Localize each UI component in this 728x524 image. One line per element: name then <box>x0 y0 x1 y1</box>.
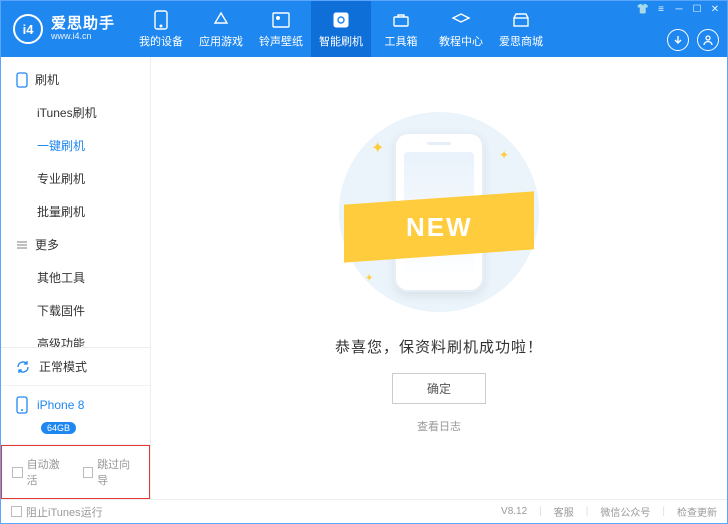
version-label: V8.12 <box>501 506 527 517</box>
support-link[interactable]: 客服 <box>554 504 574 519</box>
sidebar-item-batch-flash[interactable]: 批量刷机 <box>1 195 150 228</box>
tab-tutorials[interactable]: 教程中心 <box>431 1 491 57</box>
logo-title: 爱思助手 <box>51 16 115 33</box>
storage-badge: 64GB <box>41 422 76 434</box>
main-content: ✦ ✦ ✦ NEW 恭喜您，保资料刷机成功啦！ 确定 查看日志 <box>151 57 727 499</box>
image-icon <box>271 10 291 30</box>
tab-apps[interactable]: 应用游戏 <box>191 1 251 57</box>
shop-icon <box>511 10 531 30</box>
view-log-link[interactable]: 查看日志 <box>417 418 461 434</box>
sidebar-group-flash: 刷机 <box>1 63 150 96</box>
refresh-icon <box>331 10 351 30</box>
toolbox-icon <box>391 10 411 30</box>
top-tabs: 我的设备 应用游戏 铃声壁纸 智能刷机 工具箱 教程中心 <box>131 1 551 57</box>
sidebar-item-download-firmware[interactable]: 下载固件 <box>1 294 150 327</box>
tab-toolbox[interactable]: 工具箱 <box>371 1 431 57</box>
sidebar-item-advanced[interactable]: 高级功能 <box>1 327 150 347</box>
phone-icon <box>15 396 29 414</box>
phone-icon <box>151 10 171 30</box>
star-icon: ✦ <box>499 148 509 162</box>
tab-smart-flash[interactable]: 智能刷机 <box>311 1 371 57</box>
logo-subtitle: www.i4.cn <box>51 32 115 42</box>
sidebar-item-pro-flash[interactable]: 专业刷机 <box>1 162 150 195</box>
app-header: i4 爱思助手 www.i4.cn 我的设备 应用游戏 铃声壁纸 智能刷机 <box>1 1 727 57</box>
graduation-cap-icon <box>451 10 471 30</box>
success-illustration: ✦ ✦ ✦ NEW <box>339 112 539 312</box>
close-icon[interactable]: ✕ <box>709 3 721 15</box>
window-buttons: 👕 ≡ ─ ☐ ✕ <box>637 3 721 15</box>
menu-icon[interactable]: ≡ <box>655 3 667 15</box>
success-message: 恭喜您，保资料刷机成功啦！ <box>335 336 543 357</box>
tab-my-device[interactable]: 我的设备 <box>131 1 191 57</box>
checkbox-block-itunes[interactable]: 阻止iTunes运行 <box>11 504 103 520</box>
maximize-icon[interactable]: ☐ <box>691 3 703 15</box>
skin-icon[interactable]: 👕 <box>637 3 649 15</box>
user-button[interactable] <box>697 29 719 51</box>
check-update-link[interactable]: 检查更新 <box>677 504 717 519</box>
wechat-link[interactable]: 微信公众号 <box>600 504 650 519</box>
logo-icon: i4 <box>13 14 43 44</box>
sidebar-item-itunes-flash[interactable]: iTunes刷机 <box>1 96 150 129</box>
apps-icon <box>211 10 231 30</box>
sidebar-item-other-tools[interactable]: 其他工具 <box>1 261 150 294</box>
flash-options-highlight: 自动激活 跳过向导 <box>1 445 150 499</box>
ok-button[interactable]: 确定 <box>392 373 486 404</box>
sidebar-group-more: 更多 <box>1 228 150 261</box>
device-info[interactable]: iPhone 8 64GB <box>1 386 150 445</box>
checkbox-skip-wizard[interactable]: 跳过向导 <box>83 456 140 488</box>
sidebar: 刷机 iTunes刷机 一键刷机 专业刷机 批量刷机 更多 其他工具 下载固件 … <box>1 57 151 499</box>
sidebar-item-oneclick-flash[interactable]: 一键刷机 <box>1 129 150 162</box>
logo: i4 爱思助手 www.i4.cn <box>1 14 127 44</box>
new-ribbon: NEW <box>344 191 534 262</box>
device-mode[interactable]: 正常模式 <box>1 348 150 386</box>
checkbox-auto-activate[interactable]: 自动激活 <box>12 456 69 488</box>
download-button[interactable] <box>667 29 689 51</box>
refresh-icon <box>15 359 31 375</box>
tab-shop[interactable]: 爱思商城 <box>491 1 551 57</box>
statusbar: 阻止iTunes运行 V8.12 | 客服 | 微信公众号 | 检查更新 <box>1 499 727 523</box>
minimize-icon[interactable]: ─ <box>673 3 685 15</box>
star-icon: ✦ <box>371 138 384 158</box>
star-icon: ✦ <box>365 273 373 284</box>
tab-ringtones[interactable]: 铃声壁纸 <box>251 1 311 57</box>
